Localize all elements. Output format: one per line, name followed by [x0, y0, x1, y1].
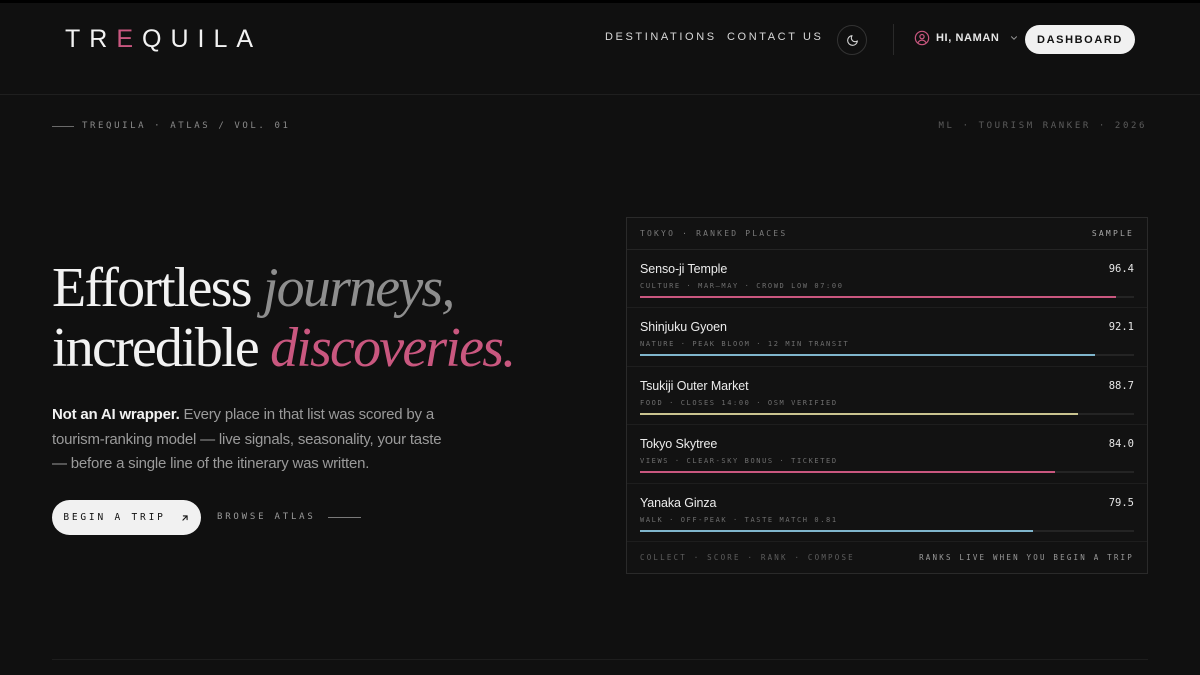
browse-atlas-link[interactable]: BROWSE ATLAS [217, 512, 361, 522]
score-bar-track [640, 296, 1134, 298]
place-tags: FOOD · CLOSES 14:00 · OSM VERIFIED [640, 398, 838, 407]
pipeline-steps: COLLECT · SCORE · RANK · COMPOSE [640, 552, 855, 562]
ranked-places-panel: TOKYO · RANKED PLACES SAMPLE Senso-ji Te… [626, 217, 1148, 574]
ranked-place-row[interactable]: Tsukiji Outer Market 88.7 FOOD · CLOSES … [627, 367, 1147, 426]
logo-text-start: TR [65, 25, 117, 53]
site-header: TREQUILA DESTINATIONS CONTACT US HI, NAM… [0, 0, 1200, 95]
atlas-meta-text: TREQUILA · ATLAS / VOL. 01 [82, 121, 291, 131]
ranked-place-row[interactable]: Yanaka Ginza 79.5 WALK · OFF-PEAK · TAST… [627, 484, 1147, 542]
place-tags: NATURE · PEAK BLOOM · 12 MIN TRANSIT [640, 340, 850, 349]
place-score: 96.4 [1108, 263, 1134, 275]
begin-trip-button[interactable]: BEGIN A TRIP [52, 500, 201, 535]
place-name: Yanaka Ginza [640, 495, 717, 510]
hero-description: Not an AI wrapper. Every place in that l… [52, 403, 442, 477]
ranked-place-row[interactable]: Shinjuku Gyoen 92.1 NATURE · PEAK BLOOM … [627, 308, 1147, 367]
browse-atlas-label: BROWSE ATLAS [217, 512, 316, 522]
score-bar-track [640, 354, 1134, 357]
hero-line1-plain: Effortless [52, 257, 263, 319]
hero-line1-emphasis: journeys, [262, 257, 455, 319]
ranked-place-row[interactable]: Senso-ji Temple 96.4 CULTURE · MAR–MAY ·… [627, 250, 1147, 309]
place-tags: WALK · OFF-PEAK · TASTE MATCH 0.81 [640, 515, 838, 524]
hero-line2-plain: incredible [52, 317, 271, 379]
ranker-meta: ML · TOURISM RANKER · 2026 [938, 121, 1147, 131]
nav-contact-us[interactable]: CONTACT US [727, 31, 824, 43]
place-score: 79.5 [1108, 496, 1134, 509]
panel-title: TOKYO · RANKED PLACES [640, 229, 788, 238]
place-name: Senso-ji Temple [640, 262, 728, 276]
score-bar-track [640, 529, 1134, 532]
panel-footer: COLLECT · SCORE · RANK · COMPOSE RANKS L… [627, 541, 1147, 573]
meta-rule [52, 125, 74, 127]
panel-header: TOKYO · RANKED PLACES SAMPLE [627, 218, 1147, 250]
begin-trip-label: BEGIN A TRIP [63, 512, 166, 523]
section-divider [52, 659, 1148, 660]
chevron-down-icon [1011, 36, 1018, 40]
logo-text-accent: E [116, 25, 143, 53]
header-divider [893, 24, 894, 55]
score-bar-fill [640, 412, 1079, 415]
sample-badge: SAMPLE [1091, 229, 1134, 238]
place-score: 84.0 [1108, 438, 1134, 451]
place-name: Tsukiji Outer Market [640, 378, 749, 393]
place-tags: VIEWS · CLEAR-SKY BONUS · TICKETED [640, 457, 838, 466]
score-bar-fill [640, 529, 1033, 532]
place-score: 88.7 [1108, 379, 1134, 392]
user-circle-icon [914, 30, 930, 46]
place-score: 92.1 [1108, 321, 1134, 334]
moon-icon [846, 34, 858, 46]
place-tags: CULTURE · MAR–MAY · CROWD LOW 07:00 [640, 282, 844, 290]
user-greeting: HI, NAMAN [936, 32, 1000, 44]
hero-title-line-2: incredible discoveries. [52, 317, 516, 379]
score-bar-fill [640, 354, 1095, 357]
logo[interactable]: TREQUILA [65, 25, 262, 54]
place-name: Shinjuku Gyoen [640, 320, 727, 335]
score-bar-track [640, 412, 1134, 415]
score-bar-fill [640, 471, 1055, 474]
browse-rule [327, 516, 361, 518]
hero-title-line-1: Effortless journeys, [52, 258, 514, 318]
user-menu[interactable]: HI, NAMAN [914, 30, 1019, 46]
ranked-place-row[interactable]: Tokyo Skytree 84.0 VIEWS · CLEAR-SKY BON… [627, 425, 1147, 484]
nav-destinations[interactable]: DESTINATIONS [605, 31, 717, 43]
score-bar-track [640, 471, 1134, 474]
arrow-up-right-icon [181, 514, 188, 521]
hero-description-lead: Not an AI wrapper. [52, 406, 180, 423]
ranks-live-note: RANKS LIVE WHEN YOU BEGIN A TRIP [919, 552, 1134, 562]
hero-line2-emphasis: discoveries. [270, 317, 516, 379]
place-name: Tokyo Skytree [640, 437, 718, 452]
theme-toggle-button[interactable] [837, 25, 867, 55]
logo-text-end: QUILA [142, 25, 263, 53]
hero-title: Effortless journeys, incredible discover… [52, 258, 516, 379]
score-bar-fill [640, 296, 1117, 298]
dashboard-button[interactable]: DASHBOARD [1025, 25, 1135, 54]
atlas-meta: TREQUILA · ATLAS / VOL. 01 [52, 121, 290, 131]
